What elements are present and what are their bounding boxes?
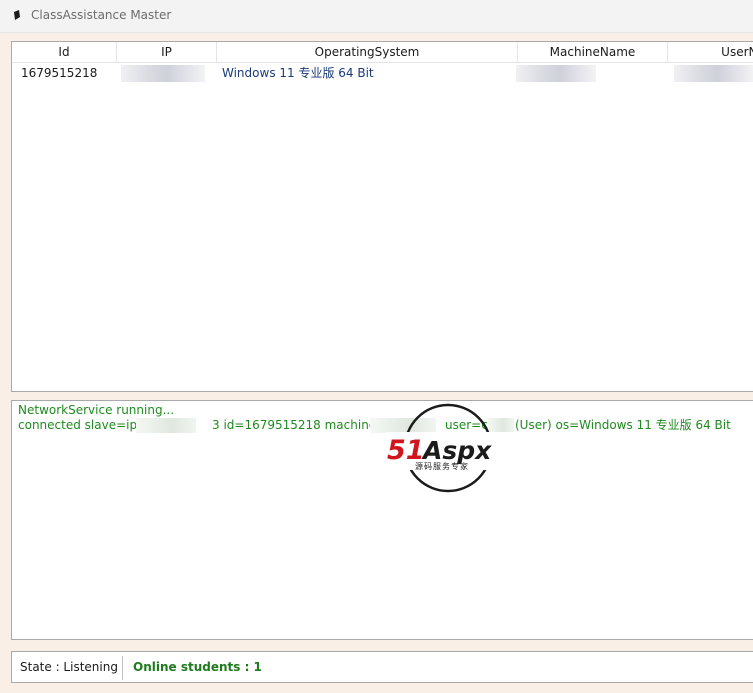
cell-user-name-redacted xyxy=(674,65,753,82)
online-students-label: Online students : 1 xyxy=(133,660,262,674)
log-line: NetworkService running... xyxy=(18,403,175,417)
redacted-ip xyxy=(136,418,196,433)
log-output[interactable]: NetworkService running... connected slav… xyxy=(11,400,753,640)
log-line: connected slave=ip= 3 id=1679515218 mach… xyxy=(18,418,748,433)
watermark-subtitle: 源码服务专家 xyxy=(415,461,469,471)
log-segment: (User) os=Windows 11 专业版 64 Bit xyxy=(515,418,731,432)
column-header-operating-system[interactable]: OperatingSystem xyxy=(217,42,518,62)
column-header-machine-name[interactable]: MachineName xyxy=(518,42,668,62)
column-header-id[interactable]: Id xyxy=(12,42,117,62)
watermark-aspx: Aspx xyxy=(421,436,492,465)
cell-operating-system: Windows 11 专业版 64 Bit xyxy=(222,66,374,80)
cell-machine-name-redacted xyxy=(516,65,596,82)
grid-header: Id IP OperatingSystem MachineName UserNa xyxy=(12,42,753,63)
log-segment: 3 id=1679515218 machine= xyxy=(212,418,387,432)
column-header-ip[interactable]: IP xyxy=(117,42,217,62)
status-divider xyxy=(122,656,123,680)
log-segment: connected slave=ip= xyxy=(18,418,148,432)
cell-id: 1679515218 xyxy=(21,66,98,80)
state-label: State : Listening xyxy=(20,660,118,674)
app-icon xyxy=(14,10,20,20)
cell-ip-redacted xyxy=(121,65,205,82)
watermark-logo: 51 Aspx 源码服务专家 xyxy=(385,403,515,493)
window-title: ClassAssistance Master xyxy=(31,8,172,22)
table-row[interactable]: 1679515218 Windows 11 专业版 64 Bit xyxy=(12,63,753,83)
students-grid[interactable]: Id IP OperatingSystem MachineName UserNa… xyxy=(11,41,753,392)
status-bar: State : Listening Online students : 1 xyxy=(11,651,753,683)
title-bar[interactable]: ClassAssistance Master xyxy=(0,0,753,33)
column-header-user-name[interactable]: UserNa xyxy=(668,42,753,62)
